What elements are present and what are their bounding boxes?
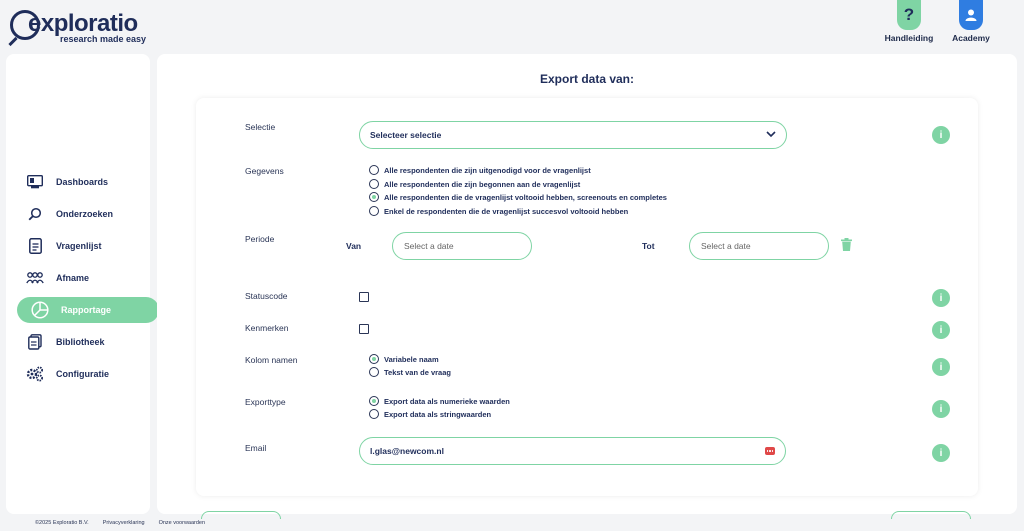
exporttype-option[interactable]: Export data als stringwaarden <box>369 409 491 419</box>
kenmerken-label: Kenmerken <box>245 323 289 333</box>
academy-button[interactable]: Academy <box>941 0 1001 43</box>
selectie-label: Selectie <box>245 122 276 132</box>
sidebar-item-label: Afname <box>56 273 90 283</box>
back-button[interactable] <box>201 511 281 519</box>
handleiding-label: Handleiding <box>884 33 934 43</box>
pie-chart-icon <box>31 301 49 319</box>
selectie-info-icon[interactable]: i <box>932 126 950 144</box>
sidebar-item-label: Onderzoeken <box>56 209 114 219</box>
kolom-namen-info-icon[interactable]: i <box>932 358 950 376</box>
kolom-namen-option-label: Tekst van de vraag <box>384 367 451 377</box>
sidebar-item-rapportage[interactable]: Rapportage <box>17 297 159 323</box>
email-value: l.glas@newcom.nl <box>370 446 444 456</box>
logo-tagline: research made easy <box>60 34 147 44</box>
exploratio-logo[interactable]: exploratio research made easy <box>10 8 150 44</box>
chevron-down-icon <box>766 130 776 140</box>
sidebar-item-label: Dashboards <box>56 177 109 187</box>
kenmerken-checkbox[interactable] <box>359 324 369 334</box>
statuscode-label: Statuscode <box>245 291 288 301</box>
handleiding-button[interactable]: ? Handleiding <box>879 0 939 43</box>
radio-button[interactable] <box>369 367 379 377</box>
exporttype-option-label: Export data als stringwaarden <box>384 409 492 419</box>
exporttype-label: Exporttype <box>245 397 286 407</box>
document-icon <box>26 237 44 255</box>
footer-terms-link[interactable]: Onze voorwaarden <box>159 520 205 526</box>
search-icon <box>26 205 44 223</box>
gegevens-option-label: Alle respondenten die zijn begonnen aan … <box>384 179 581 189</box>
library-icon <box>26 333 44 351</box>
footer-copyright: ©2025 Exploratio B.V. <box>35 520 89 526</box>
tot-date-input[interactable] <box>689 232 829 260</box>
sidebar-item-configuratie[interactable]: Configuratie <box>12 361 154 387</box>
email-label: Email <box>245 443 267 453</box>
trash-icon[interactable] <box>841 238 852 256</box>
kenmerken-info-icon[interactable]: i <box>932 321 950 339</box>
dashboard-icon <box>26 173 44 191</box>
group-icon <box>26 269 44 287</box>
sidebar-item-onderzoeken[interactable]: Onderzoeken <box>12 201 154 227</box>
footer: ©2025 Exploratio B.V. Privacyverklaring … <box>35 520 205 526</box>
exporttype-option-label: Export data als numerieke waarden <box>384 396 510 406</box>
gegevens-option[interactable]: Enkel de respondenten die de vragenlijst… <box>369 206 628 216</box>
email-info-icon[interactable]: i <box>932 444 950 462</box>
kolom-namen-option[interactable]: Variabele naam <box>369 354 439 364</box>
main-panel: Export data van: Selectie Selecteer sele… <box>157 54 1017 514</box>
gegevens-option-label: Alle respondenten die de vragenlijst vol… <box>384 192 667 202</box>
gegevens-option[interactable]: Alle respondenten die zijn begonnen aan … <box>369 179 580 189</box>
tot-label: Tot <box>642 241 655 251</box>
footer-privacy-link[interactable]: Privacyverklaring <box>103 520 145 526</box>
question-icon: ? <box>897 0 921 30</box>
van-label: Van <box>346 241 362 251</box>
van-date-input[interactable] <box>392 232 532 260</box>
statuscode-info-icon[interactable]: i <box>932 289 950 307</box>
gegevens-option-label: Alle respondenten die zijn uitgenodigd v… <box>384 165 591 175</box>
radio-button-selected[interactable] <box>369 354 379 364</box>
email-field[interactable]: l.glas@newcom.nl <box>359 437 786 465</box>
sidebar-item-label: Rapportage <box>61 305 112 315</box>
gegevens-option-label: Enkel de respondenten die de vragenlijst… <box>384 206 629 216</box>
sidebar-item-dashboards[interactable]: Dashboards <box>12 169 154 195</box>
radio-button-selected[interactable] <box>369 396 379 406</box>
selectie-value: Selecteer selectie <box>370 130 442 140</box>
sidebar-item-vragenlijst[interactable]: Vragenlijst <box>12 233 154 259</box>
kolom-namen-option[interactable]: Tekst van de vraag <box>369 367 451 377</box>
sidebar-item-afname[interactable]: Afname <box>12 265 154 291</box>
page-title: Export data van: <box>539 72 635 86</box>
kolom-namen-option-label: Variabele naam <box>384 354 439 364</box>
export-form-card: Selectie Selecteer selectie i Gegevens A… <box>196 98 978 496</box>
periode-label: Periode <box>245 234 275 244</box>
exporttype-option[interactable]: Export data als numerieke waarden <box>369 396 510 406</box>
sidebar-item-label: Vragenlijst <box>56 241 102 251</box>
radio-button-selected[interactable] <box>369 192 379 202</box>
academy-label: Academy <box>952 33 990 43</box>
password-manager-icon[interactable] <box>765 447 775 455</box>
radio-button[interactable] <box>369 206 379 216</box>
statuscode-checkbox[interactable] <box>359 292 369 302</box>
gears-icon <box>26 365 44 383</box>
exporttype-info-icon[interactable]: i <box>932 400 950 418</box>
sidebar-item-bibliotheek[interactable]: Bibliotheek <box>12 329 154 355</box>
kolom-namen-label: Kolom namen <box>245 355 298 365</box>
gegevens-option[interactable]: Alle respondenten die zijn uitgenodigd v… <box>369 165 591 175</box>
export-button[interactable] <box>891 511 971 519</box>
sidebar-item-label: Configuratie <box>56 369 109 379</box>
radio-button[interactable] <box>369 409 379 419</box>
gegevens-label: Gegevens <box>245 166 284 176</box>
selectie-dropdown[interactable]: Selecteer selectie <box>359 121 787 149</box>
radio-button[interactable] <box>369 179 379 189</box>
user-icon <box>959 0 983 30</box>
sidebar-item-label: Bibliotheek <box>56 337 105 347</box>
gegevens-option[interactable]: Alle respondenten die de vragenlijst vol… <box>369 192 667 202</box>
radio-button[interactable] <box>369 165 379 175</box>
